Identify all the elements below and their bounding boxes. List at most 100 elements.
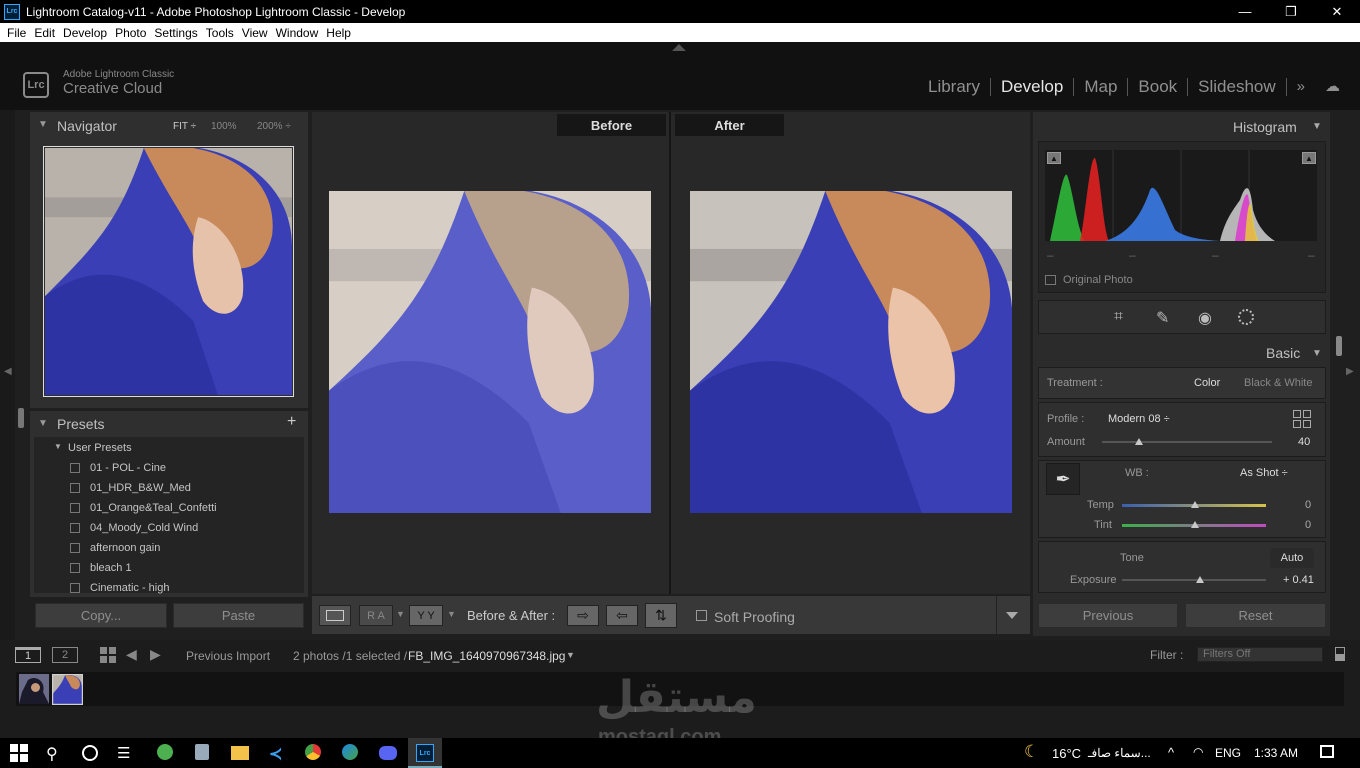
menu-edit[interactable]: Edit	[34, 26, 55, 40]
chrome-icon[interactable]	[305, 744, 321, 760]
copy-after-to-before-icon[interactable]: ⇦	[606, 605, 638, 626]
user-presets-expand-icon[interactable]: ▼	[54, 442, 62, 451]
left-panel-toggle-icon[interactable]: ◀	[4, 366, 12, 377]
wb-dropdown[interactable]: As Shot ÷	[1240, 467, 1288, 479]
loupe-view-button[interactable]	[319, 605, 351, 626]
tint-value[interactable]: 0	[1305, 519, 1311, 531]
menu-settings[interactable]: Settings	[154, 26, 197, 40]
close-icon[interactable]: ✕	[1314, 0, 1360, 23]
vscode-icon[interactable]: ≺	[269, 744, 287, 763]
module-map[interactable]: Map	[1073, 78, 1127, 96]
before-after-left-right-button[interactable]: R A	[359, 605, 393, 626]
ra-dropdown-icon[interactable]: ▼	[396, 609, 405, 619]
healing-icon[interactable]: ✎	[1156, 308, 1169, 328]
file-explorer-icon[interactable]	[231, 746, 249, 760]
temp-value[interactable]: 0	[1305, 499, 1311, 511]
amount-value[interactable]: 40	[1298, 436, 1310, 448]
forward-arrow-icon[interactable]: ▶	[150, 646, 161, 663]
zoom-100[interactable]: 100%	[211, 121, 237, 132]
treatment-bw[interactable]: Black & White	[1244, 377, 1312, 389]
module-develop[interactable]: Develop	[989, 78, 1073, 96]
cortana-icon[interactable]	[82, 745, 98, 761]
after-photo[interactable]	[690, 191, 1012, 513]
main-window-button[interactable]: 1	[15, 647, 41, 663]
auto-tone-button[interactable]: Auto	[1270, 548, 1314, 568]
tint-slider-thumb[interactable]	[1191, 521, 1200, 528]
filter-dropdown[interactable]: Filters Off	[1197, 647, 1323, 662]
highlight-clipping-icon[interactable]: ▲	[1302, 152, 1316, 164]
maximize-icon[interactable]: ❐	[1268, 0, 1314, 23]
preset-item[interactable]: 04_Moody_Cold Wind	[70, 522, 198, 534]
cloud-icon[interactable]: ☁	[1315, 78, 1350, 96]
shadow-clipping-icon[interactable]: ▲	[1047, 152, 1061, 164]
before-after-side-by-side-button[interactable]: Y Y	[409, 605, 443, 626]
add-preset-icon[interactable]: +	[287, 413, 296, 431]
notification-icon[interactable]	[1320, 745, 1334, 758]
menu-view[interactable]: View	[242, 26, 268, 40]
preset-item[interactable]: 01_Orange&Teal_Confetti	[70, 502, 217, 514]
exposure-value[interactable]: + 0.41	[1283, 574, 1314, 586]
collapse-basic-icon[interactable]: ▼	[1312, 348, 1322, 359]
crop-icon[interactable]: ⌗	[1114, 308, 1123, 326]
red-eye-icon[interactable]: ◉	[1198, 308, 1212, 328]
filename-dropdown-icon[interactable]: ▼	[566, 650, 575, 660]
search-icon[interactable]: ⚲	[46, 744, 64, 763]
minimize-icon[interactable]: —	[1222, 0, 1268, 23]
zoom-200[interactable]: 200% ÷	[257, 121, 291, 132]
filmstrip-thumb-2-selected[interactable]	[52, 674, 83, 705]
filmstrip-thumb-1[interactable]	[19, 674, 49, 704]
wifi-icon[interactable]: ◠	[1193, 745, 1203, 759]
profile-dropdown[interactable]: Modern 08 ÷	[1108, 413, 1170, 425]
tray-chevron-icon[interactable]: ^	[1168, 745, 1174, 760]
exposure-slider-thumb[interactable]	[1195, 576, 1204, 583]
language-indicator[interactable]: ENG	[1215, 746, 1241, 760]
masking-icon[interactable]	[1238, 309, 1254, 325]
weather-temp[interactable]: 16°C	[1052, 746, 1081, 761]
app-icon-2[interactable]	[195, 744, 209, 760]
weather-text[interactable]: سماء صافـ...	[1088, 746, 1151, 760]
menu-develop[interactable]: Develop	[63, 26, 107, 40]
left-scrollbar[interactable]	[18, 408, 24, 428]
menu-window[interactable]: Window	[276, 26, 319, 40]
module-slideshow[interactable]: Slideshow	[1187, 78, 1286, 96]
task-view-icon[interactable]: ☰	[117, 744, 135, 762]
menu-tools[interactable]: Tools	[206, 26, 234, 40]
app-icon-1[interactable]	[157, 744, 173, 760]
module-book[interactable]: Book	[1127, 78, 1187, 96]
menu-file[interactable]: File	[7, 26, 26, 40]
original-photo-checkbox[interactable]	[1045, 275, 1056, 285]
collapse-presets-icon[interactable]: ▼	[38, 418, 48, 429]
right-panel-toggle-icon[interactable]: ▶	[1346, 366, 1354, 377]
amount-slider[interactable]	[1102, 441, 1272, 443]
grid-view-icon[interactable]	[100, 647, 116, 663]
yy-dropdown-icon[interactable]: ▼	[447, 609, 456, 619]
preset-item[interactable]: Cinematic - high	[70, 582, 169, 594]
before-photo[interactable]	[329, 191, 651, 513]
paste-button[interactable]: Paste	[173, 603, 304, 628]
profile-browser-icon[interactable]	[1293, 410, 1313, 428]
wb-eyedropper-icon[interactable]: ✒	[1046, 463, 1080, 495]
right-scrollbar[interactable]	[1336, 336, 1342, 356]
more-modules-icon[interactable]: »	[1285, 78, 1315, 96]
preset-item[interactable]: afternoon gain	[70, 542, 160, 554]
copy-button[interactable]: Copy...	[35, 603, 167, 628]
filmstrip-filename[interactable]: FB_IMG_1640970967348.jpg	[408, 649, 565, 663]
collapse-navigator-icon[interactable]: ▼	[38, 119, 48, 130]
collapse-histogram-icon[interactable]: ▼	[1312, 121, 1322, 132]
previous-button[interactable]: Previous	[1038, 603, 1178, 628]
discord-icon[interactable]	[379, 746, 397, 760]
preset-item[interactable]: bleach 1	[70, 562, 132, 574]
swap-before-after-icon[interactable]: ⇅	[645, 603, 677, 628]
toolbar-menu-icon[interactable]	[1006, 612, 1018, 619]
zoom-fit[interactable]: FIT ÷	[173, 121, 196, 132]
treatment-color[interactable]: Color	[1194, 377, 1220, 389]
preset-item[interactable]: 01 - POL - Cine	[70, 462, 166, 474]
menu-photo[interactable]: Photo	[115, 26, 146, 40]
menu-help[interactable]: Help	[326, 26, 351, 40]
temp-slider-thumb[interactable]	[1191, 501, 1200, 508]
clock[interactable]: 1:33 AM	[1254, 746, 1298, 760]
reset-button[interactable]: Reset	[1185, 603, 1326, 628]
back-arrow-icon[interactable]: ◀	[126, 646, 137, 663]
histogram-chart[interactable]	[1045, 150, 1317, 241]
preset-item[interactable]: 01_HDR_B&W_Med	[70, 482, 191, 494]
